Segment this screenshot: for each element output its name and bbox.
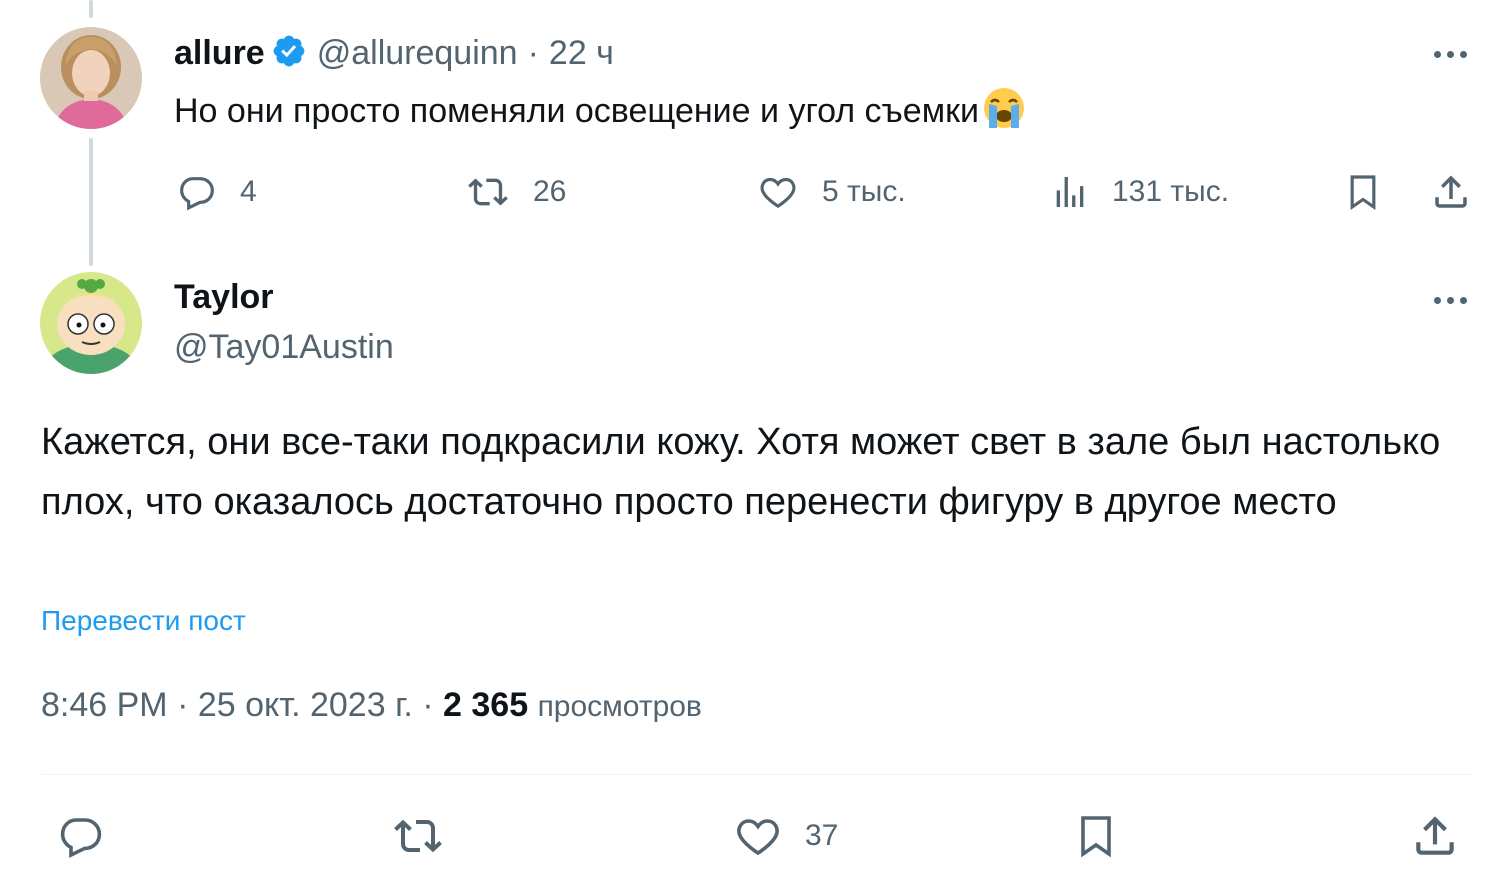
translate-post-link[interactable]: Перевести пост	[41, 605, 246, 637]
share-icon	[1416, 816, 1454, 855]
loudly-crying-face-icon	[981, 86, 1027, 142]
reply-separator: ·	[527, 33, 539, 72]
tweet-date[interactable]: 25 окт. 2023 г.	[198, 686, 413, 724]
dot-icon	[1459, 296, 1467, 304]
reply-text: Но они просто поменяли освещение и угол …	[174, 86, 1027, 142]
reply-share-action[interactable]	[1430, 170, 1472, 214]
repost-icon	[468, 178, 508, 206]
reply-views-action[interactable]: 131 тыс.	[1050, 172, 1229, 212]
thread-line-bottom	[89, 138, 93, 266]
dot-icon	[1433, 296, 1441, 304]
main-display-name[interactable]: Taylor	[174, 278, 274, 317]
heart-icon	[737, 819, 779, 856]
dot-icon	[1446, 296, 1454, 304]
reply-count: 4	[240, 175, 257, 208]
repost-icon	[394, 819, 442, 853]
meta-separator: ·	[177, 686, 189, 724]
main-like-action[interactable]: 37	[733, 812, 838, 860]
main-tweet-text: Кажется, они все-таки подкрасили кожу. Х…	[41, 421, 1441, 523]
reply-icon	[180, 177, 214, 211]
divider	[41, 774, 1474, 775]
meta-separator: ·	[422, 686, 434, 724]
bookmark-icon	[1350, 175, 1376, 211]
avatar-taylor[interactable]	[40, 272, 142, 374]
reply-header: allure @allurequinn · 22 ч	[174, 28, 614, 78]
views-icon	[1056, 177, 1084, 207]
main-like-count: 37	[805, 819, 839, 852]
dot-icon	[1446, 50, 1454, 58]
avatar-allure[interactable]	[40, 27, 142, 129]
share-icon	[1435, 175, 1467, 208]
reply-display-name[interactable]: allure	[174, 34, 265, 73]
reply-text-content: Но они просто поменяли освещение и угол …	[174, 92, 979, 130]
reply-repost-action[interactable]: 26	[465, 172, 566, 212]
like-count: 5 тыс.	[822, 175, 906, 208]
reply-more-button[interactable]	[1428, 44, 1472, 64]
tweet-views-count: 2 365	[443, 686, 529, 724]
reply-handle[interactable]: @allurequinn	[317, 34, 518, 73]
main-repost-action[interactable]	[390, 812, 446, 860]
views-count: 131 тыс.	[1112, 175, 1230, 208]
reply-icon	[60, 818, 102, 858]
reply-like-action[interactable]: 5 тыс.	[756, 172, 906, 212]
reply-comment-action[interactable]: 4	[176, 172, 257, 212]
bookmark-icon	[1081, 816, 1111, 858]
main-share-action[interactable]	[1410, 810, 1460, 862]
main-bookmark-action[interactable]	[1072, 810, 1120, 862]
main-comment-action[interactable]	[56, 812, 106, 860]
dot-icon	[1459, 50, 1467, 58]
main-handle[interactable]: @Tay01Austin	[174, 328, 394, 367]
tweet-views-label: просмотров	[537, 690, 702, 723]
main-more-button[interactable]	[1428, 290, 1472, 310]
tweet-time[interactable]: 8:46 PM	[41, 686, 168, 724]
thread-line-top	[89, 0, 93, 18]
heart-icon	[760, 177, 796, 209]
reply-bookmark-action[interactable]	[1343, 170, 1383, 214]
verified-badge-icon	[271, 33, 307, 74]
reply-time[interactable]: 22 ч	[549, 34, 614, 73]
repost-count: 26	[533, 175, 567, 208]
tweet-meta: 8:46 PM · 25 окт. 2023 г. · 2 365 просмо…	[41, 686, 702, 725]
dot-icon	[1433, 50, 1441, 58]
